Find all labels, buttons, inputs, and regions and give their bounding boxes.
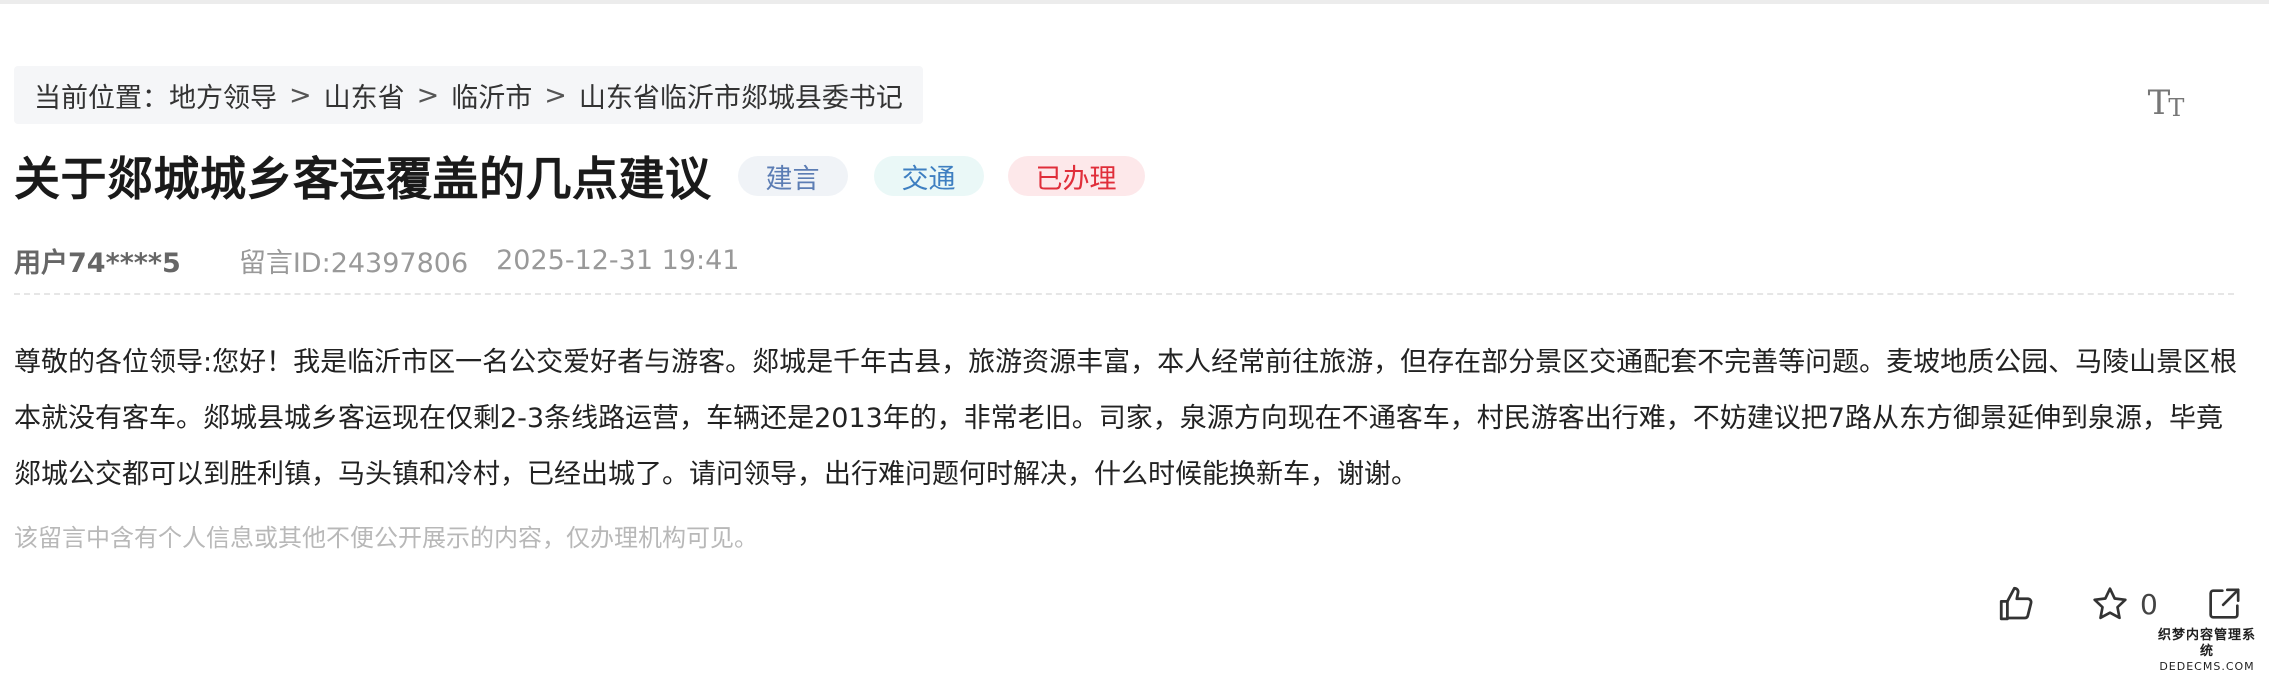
breadcrumb-item-city[interactable]: 临沂市	[451, 76, 532, 115]
thumbs-up-icon	[1999, 586, 2033, 621]
tag-type: 建言	[737, 156, 848, 196]
breadcrumb-item-province[interactable]: 山东省	[324, 76, 405, 115]
breadcrumb-prefix: 当前位置：	[34, 82, 169, 114]
watermark-line2: DEDECMS.COM	[2159, 660, 2255, 673]
top-border	[0, 0, 2269, 4]
watermark-line1: 织梦内容管理系统	[2157, 628, 2256, 659]
watermark-logo: 织梦内容管理系统 DEDECMS.COM	[2152, 628, 2262, 674]
message-content: 尊敬的各位领导:您好！我是临沂市区一名公交爱好者与游客。郯城是千年古县，旅游资源…	[14, 347, 2238, 490]
privacy-notice: 该留言中含有个人信息或其他不便公开展示的内容，仅办理机构可见。	[14, 524, 758, 552]
share-button[interactable]	[2204, 584, 2244, 624]
message-id: 留言ID:24397806	[238, 247, 469, 279]
like-button[interactable]	[1996, 583, 2038, 625]
breadcrumb-separator: >	[544, 79, 567, 111]
breadcrumb: 当前位置： 地方领导 > 山东省 > 临沂市 > 山东省临沂市郯城县委书记	[14, 66, 923, 124]
tag-category: 交通	[873, 156, 984, 196]
message-datetime: 2025-12-31 19:41	[496, 244, 740, 276]
breadcrumb-separator: >	[289, 79, 312, 111]
divider	[14, 293, 2234, 295]
action-bar: 0	[1996, 578, 2244, 630]
font-size-big-glyph: T	[2147, 83, 2171, 123]
author-name: 用户74****5	[14, 247, 181, 279]
breadcrumb-item-current[interactable]: 山东省临沂市郯城县委书记	[579, 76, 903, 115]
breadcrumb-item-local-leaders[interactable]: 地方领导	[169, 76, 277, 115]
status-badge: 已办理	[1007, 156, 1145, 196]
star-icon	[2093, 587, 2127, 620]
title-row: 关于郯城城乡客运覆盖的几点建议 建言 交通 已办理	[14, 145, 1145, 207]
breadcrumb-separator: >	[416, 79, 440, 111]
message-meta: 用户74****5 留言ID:24397806 2025-12-31 19:41	[14, 240, 739, 280]
favorite-button[interactable]: 0	[2090, 584, 2158, 624]
font-size-small-glyph: T	[2168, 94, 2185, 122]
page-title: 关于郯城城乡客运覆盖的几点建议	[14, 152, 712, 206]
font-size-icon[interactable]: T T	[2144, 72, 2188, 120]
share-icon	[2209, 588, 2240, 619]
favorite-count: 0	[2140, 587, 2158, 621]
